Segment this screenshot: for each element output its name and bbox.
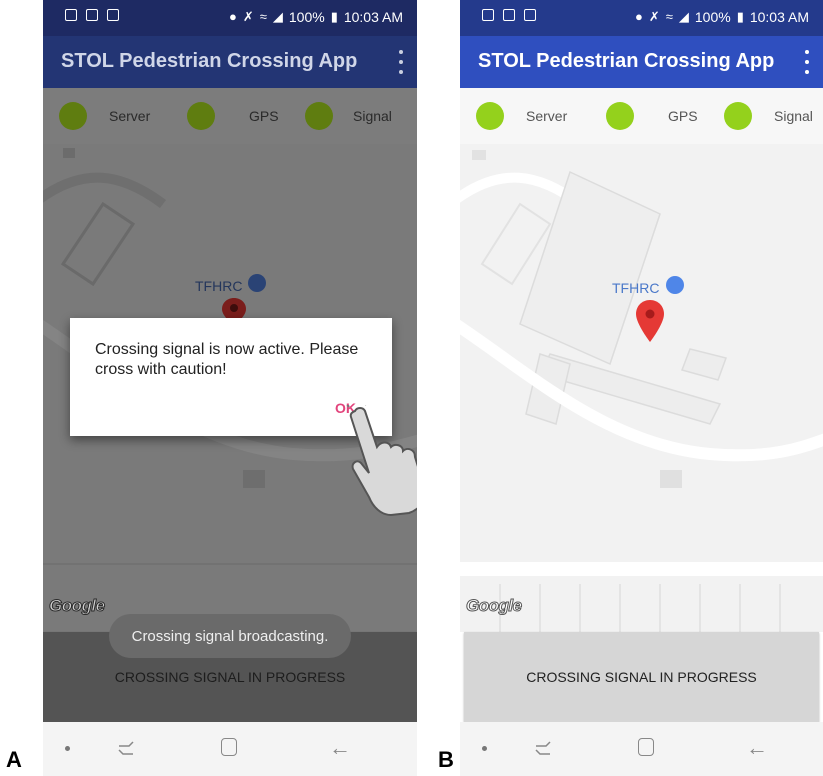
indicator-signal: Signal bbox=[305, 102, 392, 130]
nav-bar: ← bbox=[43, 722, 417, 776]
wifi-icon: ≈ bbox=[665, 9, 673, 24]
activity-icon bbox=[482, 9, 494, 21]
status-time: 10:03 AM bbox=[343, 9, 403, 25]
battery-percent: 100% bbox=[288, 9, 325, 25]
app-title: STOL Pedestrian Crossing App bbox=[61, 50, 358, 72]
recents-icon[interactable] bbox=[534, 740, 552, 756]
signal-icon: ◢ bbox=[678, 9, 689, 24]
server-status-dot bbox=[476, 102, 504, 130]
server-status-dot bbox=[59, 102, 87, 130]
signal-status-dot bbox=[305, 102, 333, 130]
signal-icon: ◢ bbox=[272, 9, 283, 24]
crossing-signal-button-label: CROSSING SIGNAL IN PROGRESS bbox=[526, 669, 757, 685]
map-pin-icon[interactable] bbox=[221, 298, 247, 320]
google-attribution: Google bbox=[466, 596, 523, 616]
indicator-gps: GPS bbox=[606, 102, 698, 130]
app-bar: STOL Pedestrian Crossing App bbox=[43, 36, 417, 88]
clipboard-icon bbox=[524, 9, 536, 21]
overflow-menu-icon[interactable] bbox=[803, 50, 811, 74]
home-icon[interactable] bbox=[638, 738, 654, 756]
back-icon[interactable]: ← bbox=[329, 737, 351, 759]
status-bar: ● ✗ ≈ ◢ 100% ▮ 10:03 AM bbox=[460, 0, 823, 36]
panel-label-a: A bbox=[6, 747, 22, 772]
phone-screen-a: ● ✗ ≈ ◢ 100% ▮ 10:03 AM STOL Pedestrian … bbox=[43, 0, 417, 776]
gps-status-dot bbox=[606, 102, 634, 130]
phone-screen-b: ● ✗ ≈ ◢ 100% ▮ 10:03 AM STOL Pedestrian … bbox=[460, 0, 823, 776]
panel-label-b: B bbox=[438, 747, 454, 772]
indicator-gps: GPS bbox=[187, 102, 279, 130]
indicator-signal: Signal bbox=[724, 102, 813, 130]
poi-label: TFHRC bbox=[195, 278, 243, 294]
toast-message: Crossing signal broadcasting. bbox=[109, 614, 351, 658]
location-icon: ● bbox=[634, 9, 643, 24]
map-roads bbox=[460, 150, 823, 632]
dot-icon[interactable] bbox=[482, 746, 487, 751]
mute-icon: ✗ bbox=[648, 9, 660, 24]
gps-status-dot bbox=[187, 102, 215, 130]
back-icon[interactable]: ← bbox=[746, 737, 768, 759]
app-bar: STOL Pedestrian Crossing App bbox=[460, 36, 823, 88]
signal-status-dot bbox=[724, 102, 752, 130]
status-indicators: Server GPS Signal bbox=[43, 88, 417, 144]
image-icon bbox=[86, 9, 98, 21]
tap-hand-icon bbox=[346, 405, 417, 517]
indicator-server: Server bbox=[476, 102, 567, 130]
poi-label: TFHRC bbox=[612, 280, 660, 296]
map-view[interactable]: TFHRC Google bbox=[460, 144, 823, 632]
battery-percent: 100% bbox=[694, 9, 731, 25]
map-pin-icon[interactable] bbox=[636, 300, 664, 342]
crossing-signal-button[interactable]: CROSSING SIGNAL IN PROGRESS bbox=[464, 632, 819, 722]
status-time: 10:03 AM bbox=[749, 9, 809, 25]
overflow-menu-icon[interactable] bbox=[397, 50, 405, 74]
activity-icon bbox=[65, 9, 77, 21]
dialog-message: Crossing signal is now active. Please cr… bbox=[95, 341, 359, 378]
app-title: STOL Pedestrian Crossing App bbox=[478, 50, 775, 72]
image-icon bbox=[503, 9, 515, 21]
clipboard-icon bbox=[107, 9, 119, 21]
home-icon[interactable] bbox=[221, 738, 237, 756]
lock-building-icon bbox=[248, 274, 266, 292]
battery-icon: ▮ bbox=[736, 9, 744, 24]
dot-icon[interactable] bbox=[65, 746, 70, 751]
lock-building-icon bbox=[666, 276, 684, 294]
status-indicators: Server GPS Signal bbox=[460, 88, 823, 144]
status-bar: ● ✗ ≈ ◢ 100% ▮ 10:03 AM bbox=[43, 0, 417, 36]
recents-icon[interactable] bbox=[117, 740, 135, 756]
indicator-server: Server bbox=[59, 102, 150, 130]
wifi-icon: ≈ bbox=[259, 9, 267, 24]
mute-icon: ✗ bbox=[242, 9, 254, 24]
location-icon: ● bbox=[228, 9, 237, 24]
battery-icon: ▮ bbox=[330, 9, 338, 24]
nav-bar: ← bbox=[460, 722, 823, 776]
google-attribution: Google bbox=[49, 596, 106, 616]
crossing-signal-button-label: CROSSING SIGNAL IN PROGRESS bbox=[114, 669, 346, 685]
